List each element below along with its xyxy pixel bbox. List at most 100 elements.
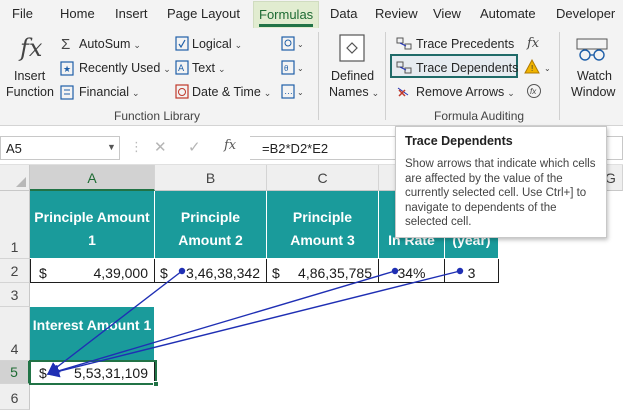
tab-home[interactable]: Home: [60, 6, 95, 21]
tooltip-body: Show arrows that indicate which cells ar…: [405, 158, 596, 228]
tab-view[interactable]: View: [433, 6, 461, 21]
tab-insert[interactable]: Insert: [115, 6, 148, 21]
text-button[interactable]: Text ⌄: [192, 61, 225, 75]
error-checking-icon[interactable]: ! ⌄: [524, 58, 554, 78]
tab-developer[interactable]: Developer: [556, 6, 615, 21]
tab-automate[interactable]: Automate: [480, 6, 536, 21]
row-header-4[interactable]: 4: [0, 307, 30, 361]
svg-text:★: ★: [63, 64, 71, 74]
cell-a2[interactable]: $ 4,39,000: [30, 259, 155, 283]
remove-arrows-icon: [396, 84, 412, 102]
more-functions-icon[interactable]: … ⌄: [281, 84, 307, 102]
tab-page-layout[interactable]: Page Layout: [167, 6, 240, 21]
row-header-1[interactable]: 1: [0, 191, 30, 259]
autosum-button[interactable]: AutoSum ⌄: [79, 37, 141, 51]
chevron-down-icon[interactable]: ▼: [107, 142, 116, 152]
currency-symbol: $: [160, 265, 168, 281]
currency-symbol: $: [272, 265, 280, 281]
tab-formulas[interactable]: Formulas: [253, 1, 320, 28]
ribbon-separator: [559, 32, 560, 120]
fill-handle[interactable]: [153, 381, 159, 387]
cell-a2-value: 4,39,000: [93, 265, 149, 281]
row-header-6-label: 6: [10, 390, 19, 406]
row-header-3[interactable]: 3: [0, 283, 30, 307]
ribbon-separator: [385, 32, 386, 120]
formula-auditing-group-label: Formula Auditing: [434, 109, 525, 123]
date-time-button[interactable]: Date & Time ⌄: [192, 85, 271, 99]
formula-bar-controls: ⋮ ✕ ✓ fx: [120, 136, 250, 160]
ribbon-tab-bar: File Home Insert Page Layout Formulas Da…: [0, 0, 623, 28]
row-header-5[interactable]: 5: [0, 361, 30, 384]
row-header-3-label: 3: [10, 287, 19, 303]
svg-text:A: A: [178, 64, 185, 74]
defined-names-icon[interactable]: [339, 34, 365, 65]
date-time-label: Date & Time: [192, 85, 261, 99]
row-header-1-label: 1: [10, 239, 19, 255]
row-header-6[interactable]: 6: [0, 384, 30, 410]
ribbon: fx Insert Function Σ AutoSum ⌄ ★ Recently…: [0, 28, 623, 126]
more-options-icon[interactable]: ⋮: [130, 139, 143, 155]
show-formulas-icon[interactable]: fx: [527, 36, 539, 51]
cell-b2[interactable]: $ 3,46,38,342: [155, 259, 267, 283]
row-header-2[interactable]: 2: [0, 259, 30, 283]
recently-used-label: Recently Used: [79, 61, 161, 75]
svg-text:…: …: [284, 86, 293, 96]
cell-c1[interactable]: Principle Amount 3: [267, 191, 379, 259]
svg-text:⌄: ⌄: [297, 64, 304, 73]
evaluate-formula-icon[interactable]: fx: [526, 83, 542, 102]
cell-b1[interactable]: Principle Amount 2: [155, 191, 267, 259]
cell-d2[interactable]: 34%: [379, 259, 445, 283]
column-header-c[interactable]: C: [267, 165, 379, 191]
autosum-label: AutoSum: [79, 37, 131, 51]
watch-window-icon[interactable]: [576, 38, 608, 65]
currency-symbol: $: [39, 265, 47, 281]
cell-a4[interactable]: Interest Amount 1: [30, 307, 155, 361]
insert-function-label-1[interactable]: Insert: [14, 69, 45, 83]
remove-arrows-label: Remove Arrows: [416, 85, 505, 99]
cell-c2[interactable]: $ 4,86,35,785: [267, 259, 379, 283]
trace-dependents-label: Trace Dependents: [416, 61, 519, 75]
sigma-icon: Σ: [61, 36, 71, 53]
watch-window-label-1[interactable]: Watch: [577, 69, 612, 83]
column-header-a[interactable]: A: [30, 165, 155, 191]
cancel-icon[interactable]: ✕: [154, 138, 167, 156]
text-label: Text: [192, 61, 215, 75]
select-all-button[interactable]: [0, 165, 30, 191]
recently-used-button[interactable]: Recently Used ⌄: [79, 61, 171, 75]
function-library-group-label: Function Library: [114, 109, 201, 123]
lookup-reference-icon[interactable]: ⌄: [281, 36, 307, 54]
clock-book-icon: [175, 84, 189, 102]
insert-function-fx-icon[interactable]: fx: [224, 138, 236, 153]
enter-icon[interactable]: ✓: [188, 138, 201, 156]
watch-window-label-2[interactable]: Window: [571, 85, 615, 99]
cell-b2-value: 3,46,38,342: [186, 265, 260, 281]
name-box[interactable]: A5 ▼: [0, 136, 120, 160]
defined-names-button[interactable]: Names ⌄: [329, 85, 379, 99]
tab-review[interactable]: Review: [375, 6, 418, 21]
svg-text:⌄: ⌄: [297, 88, 304, 97]
column-header-b[interactable]: B: [155, 165, 267, 191]
insert-function-icon[interactable]: fx: [20, 34, 42, 62]
cell-a1[interactable]: Principle Amount 1: [30, 191, 155, 259]
financial-button[interactable]: Financial ⌄: [79, 85, 140, 99]
cell-e2[interactable]: 3: [445, 259, 499, 283]
svg-text:fx: fx: [530, 87, 537, 96]
tab-data[interactable]: Data: [330, 6, 357, 21]
financial-label: Financial: [79, 85, 130, 99]
row-header-4-label: 4: [10, 341, 19, 357]
defined-names-label-1[interactable]: Defined: [331, 69, 374, 83]
tab-file[interactable]: File: [12, 6, 33, 21]
formula-text: =B2*D2*E2: [262, 141, 329, 156]
tab-formulas-label: Formulas: [259, 7, 314, 22]
logical-button[interactable]: Logical ⌄: [192, 37, 242, 51]
math-trig-icon[interactable]: θ ⌄: [281, 60, 307, 78]
row-header-2-label: 2: [10, 263, 19, 279]
svg-text:⌄: ⌄: [297, 40, 304, 49]
trace-precedents-button[interactable]: Trace Precedents: [416, 37, 514, 51]
insert-function-label-2[interactable]: Function: [6, 85, 54, 99]
cell-e2-value: 3: [467, 265, 476, 281]
remove-arrows-button[interactable]: Remove Arrows ⌄: [416, 85, 515, 99]
row-header-5-label: 5: [10, 364, 18, 380]
logical-book-icon: [175, 36, 189, 54]
defined-names-label-2: Names: [329, 85, 369, 99]
